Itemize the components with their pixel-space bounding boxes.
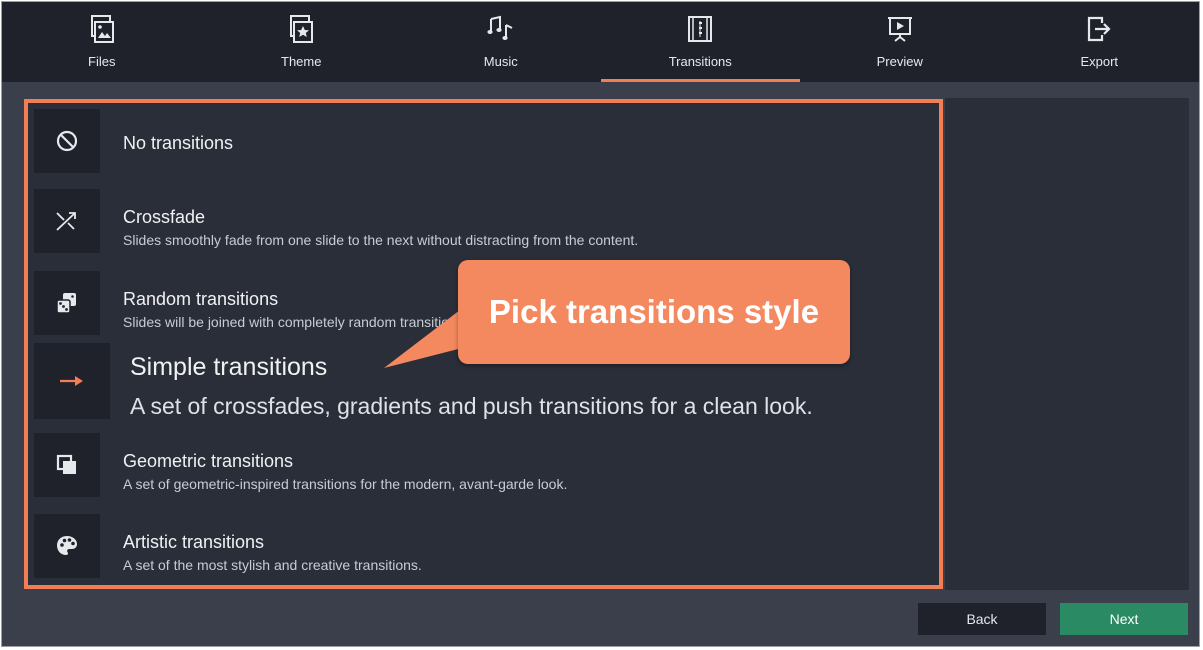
- tab-export[interactable]: Export: [1000, 2, 1200, 82]
- tab-files-label: Files: [88, 54, 116, 69]
- tab-transitions[interactable]: Transitions: [600, 2, 801, 82]
- tab-music[interactable]: Music: [401, 2, 601, 82]
- item-title: Simple transitions: [130, 353, 328, 381]
- item-title: Random transitions: [123, 289, 279, 309]
- back-button[interactable]: Back: [918, 603, 1046, 635]
- music-icon: [487, 14, 515, 44]
- theme-icon: [287, 14, 315, 44]
- preview-icon: [886, 14, 914, 44]
- tab-files[interactable]: Files: [2, 2, 202, 82]
- next-button[interactable]: Next: [1060, 603, 1188, 635]
- item-title: Artistic transitions: [123, 532, 265, 552]
- item-description: A set of geometric-inspired transitions …: [123, 476, 568, 492]
- tab-music-label: Music: [483, 54, 518, 69]
- squares-icon: [34, 433, 100, 497]
- transitions-icon: [686, 14, 714, 44]
- export-icon: [1085, 14, 1113, 44]
- tab-preview[interactable]: Preview: [800, 2, 1000, 82]
- preview-panel: [945, 98, 1189, 590]
- item-title: No transitions: [123, 133, 234, 153]
- tab-preview-label: Preview: [876, 54, 923, 69]
- shuffle-icon: [34, 189, 100, 253]
- item-description: Slides smoothly fade from one slide to t…: [123, 232, 639, 248]
- list-item-geometric-transitions[interactable]: Geometric transitions A set of geometric…: [34, 433, 929, 499]
- tab-export-label: Export: [1080, 54, 1119, 69]
- no-symbol-icon: [34, 109, 100, 173]
- callout-tooltip: Pick transitions style: [458, 260, 850, 364]
- tab-transitions-label: Transitions: [668, 54, 732, 69]
- callout-text: Pick transitions style: [488, 293, 820, 330]
- item-description: A set of the most stylish and creative t…: [123, 557, 422, 573]
- palette-icon: [34, 514, 100, 578]
- app-window: Files Theme Music Transitions Preview Ex…: [1, 1, 1200, 647]
- arrow-right-icon: [34, 343, 110, 419]
- wizard-tabs: Files Theme Music Transitions Preview Ex…: [2, 2, 1199, 82]
- list-item-artistic-transitions[interactable]: Artistic transitions A set of the most s…: [34, 514, 929, 580]
- dice-icon: [34, 271, 100, 335]
- item-title: Crossfade: [123, 207, 206, 227]
- list-item-crossfade[interactable]: Crossfade Slides smoothly fade from one …: [34, 189, 929, 255]
- list-item-no-transitions[interactable]: No transitions: [34, 109, 929, 175]
- tab-theme-label: Theme: [281, 54, 322, 69]
- item-description: A set of crossfades, gradients and push …: [130, 393, 813, 419]
- item-title: Geometric transitions: [123, 451, 294, 471]
- files-icon: [88, 14, 116, 44]
- tab-theme[interactable]: Theme: [202, 2, 402, 82]
